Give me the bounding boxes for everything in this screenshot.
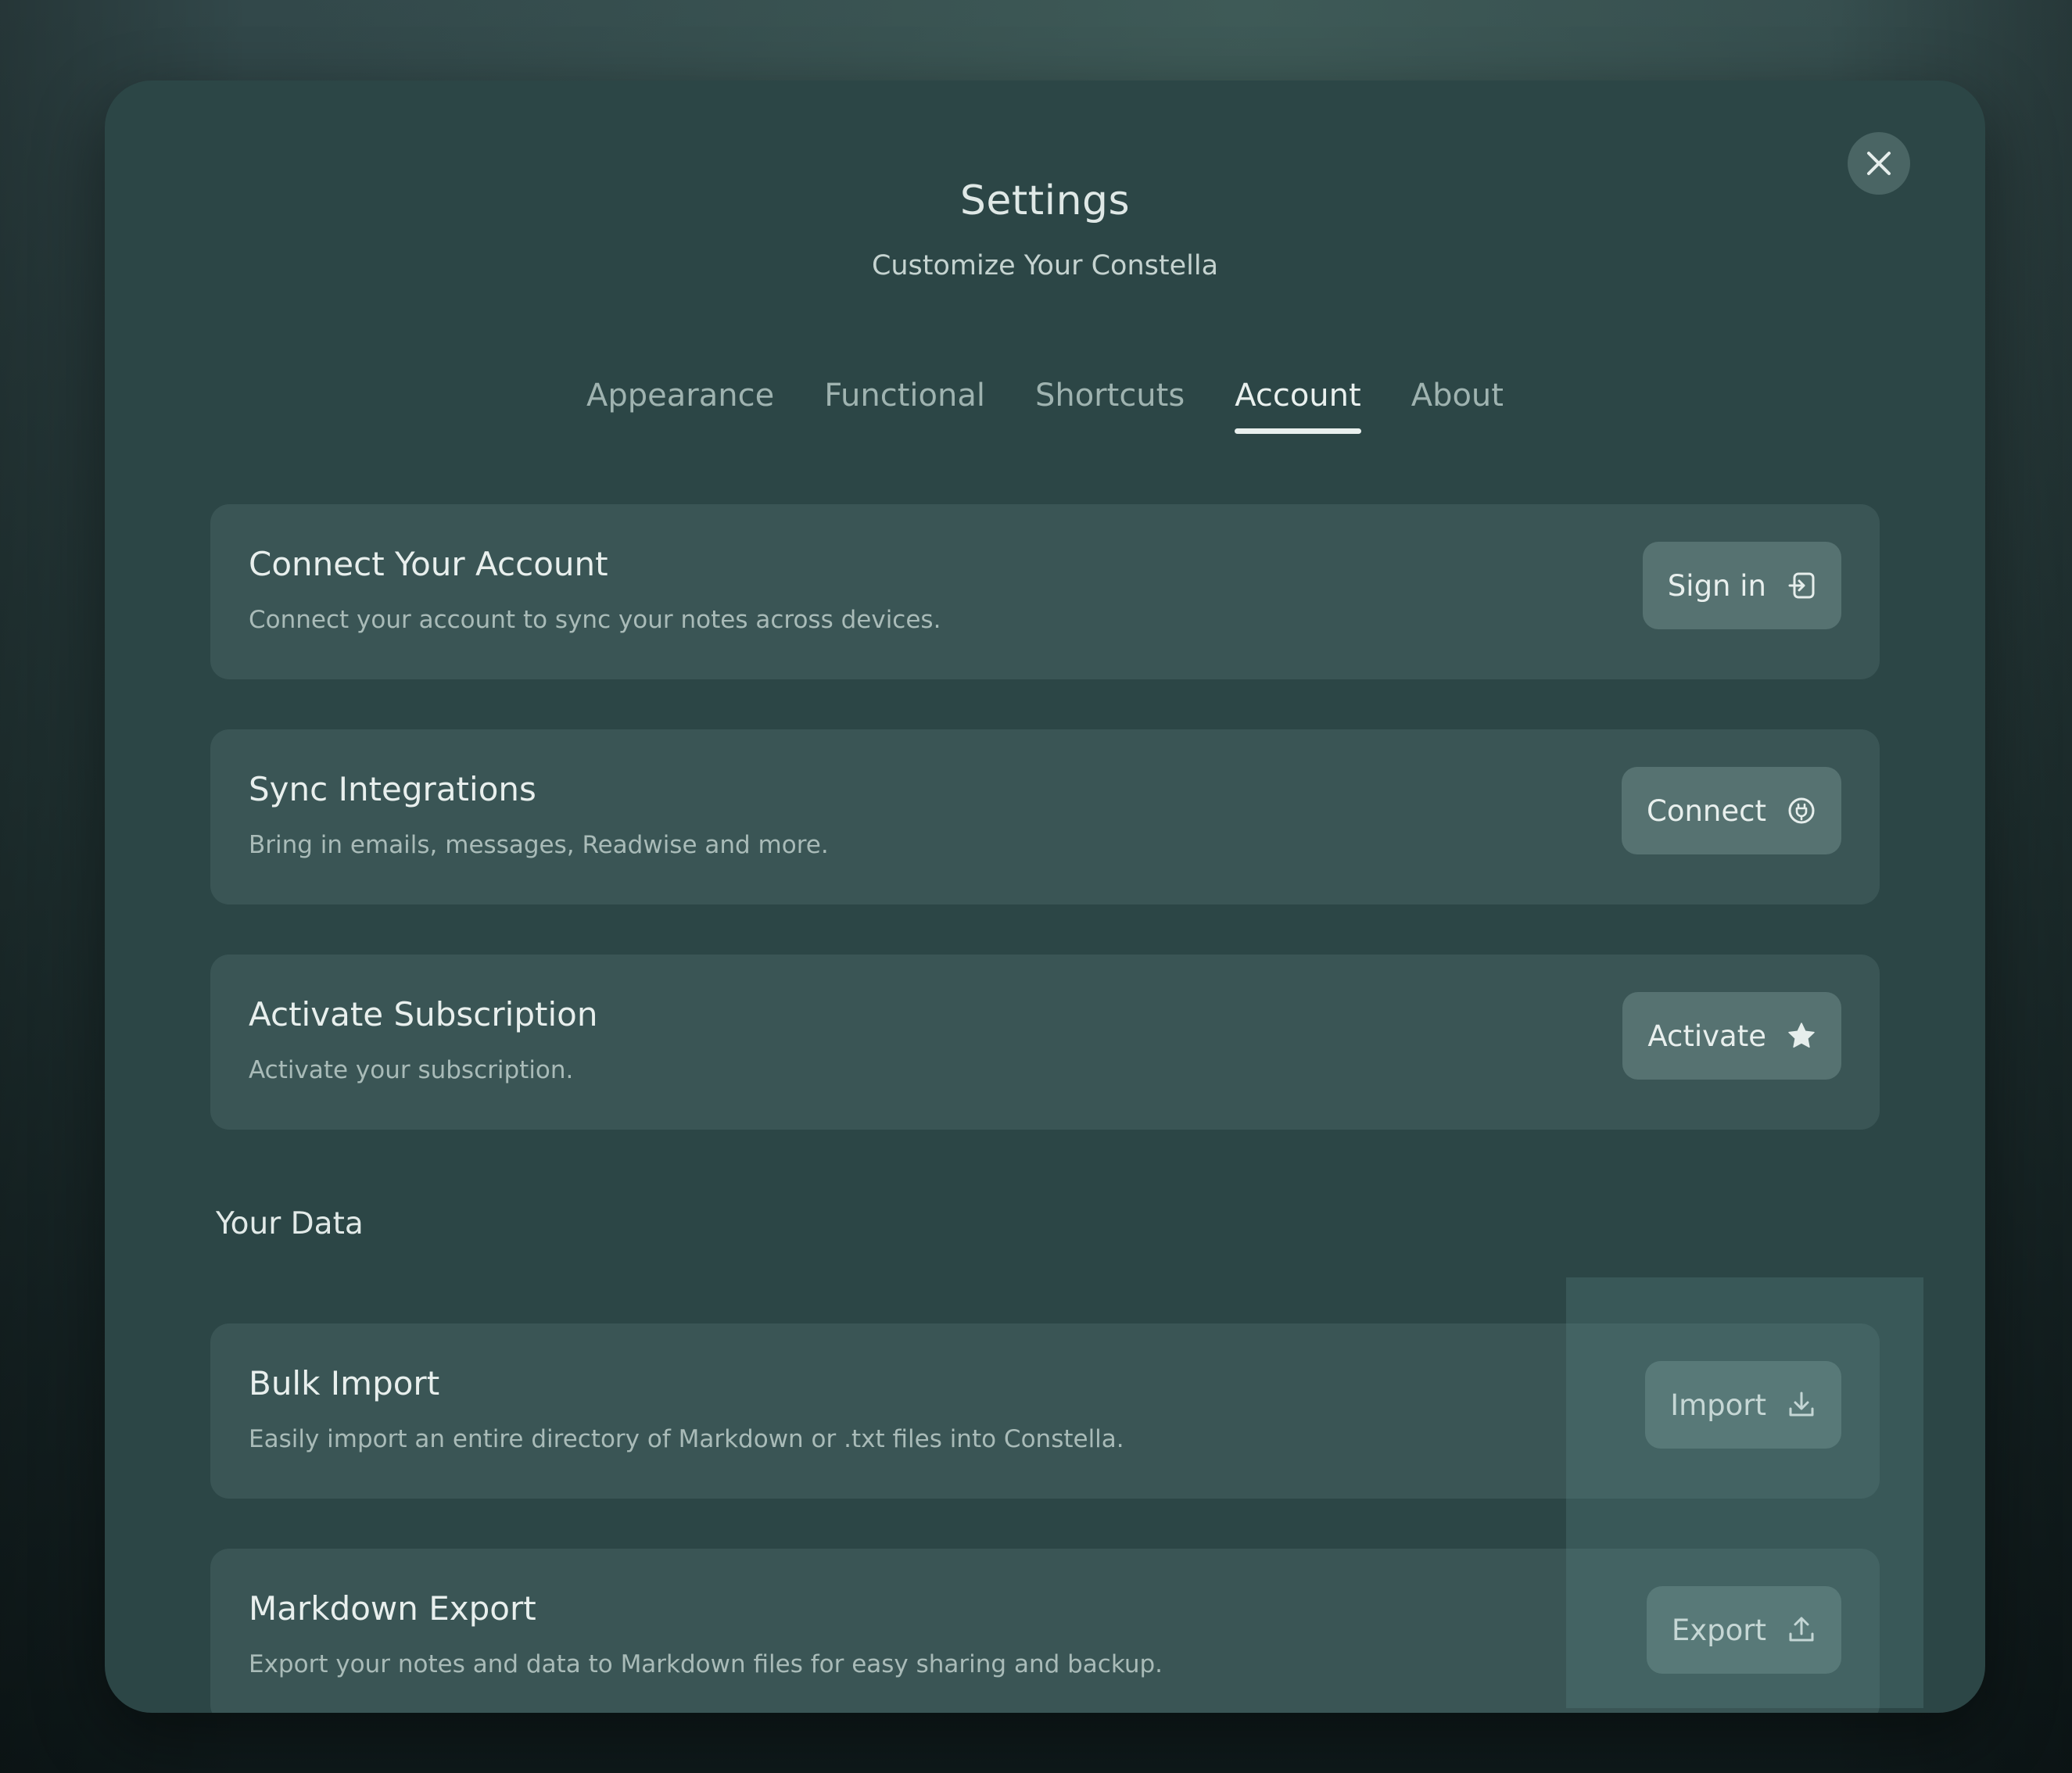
import-button[interactable]: Import (1645, 1361, 1841, 1449)
activate-subscription-description: Activate your subscription. (249, 1056, 574, 1084)
download-icon (1787, 1390, 1816, 1420)
sync-integrations-card: Sync Integrations Bring in emails, messa… (210, 729, 1880, 904)
markdown-export-description: Export your notes and data to Markdown f… (249, 1650, 1163, 1678)
export-button[interactable]: Export (1646, 1586, 1841, 1674)
connect-account-title: Connect Your Account (249, 545, 608, 583)
connect-account-card: Connect Your Account Connect your accoun… (210, 504, 1880, 679)
activate-subscription-title: Activate Subscription (249, 995, 598, 1033)
sign-in-label: Sign in (1667, 568, 1766, 603)
tab-appearance[interactable]: Appearance (586, 378, 774, 434)
page-title: Settings (959, 177, 1131, 224)
export-label: Export (1671, 1613, 1766, 1647)
tab-functional[interactable]: Functional (824, 378, 985, 434)
sign-in-button[interactable]: Sign in (1642, 542, 1841, 629)
plug-icon (1787, 796, 1816, 826)
your-data-heading: Your Data (216, 1206, 364, 1241)
connect-account-description: Connect your account to sync your notes … (249, 606, 941, 634)
activate-button[interactable]: Activate (1622, 992, 1841, 1080)
tab-account[interactable]: Account (1235, 378, 1361, 434)
bulk-import-title: Bulk Import (249, 1364, 440, 1402)
tab-about[interactable]: About (1411, 378, 1504, 434)
sync-integrations-description: Bring in emails, messages, Readwise and … (249, 831, 829, 859)
page-subtitle: Customize Your Constella (871, 250, 1219, 281)
upload-icon (1787, 1615, 1816, 1645)
markdown-export-card: Markdown Export Export your notes and da… (210, 1549, 1880, 1713)
activate-label: Activate (1647, 1019, 1766, 1053)
sync-integrations-title: Sync Integrations (249, 770, 536, 808)
connect-button[interactable]: Connect (1622, 767, 1841, 854)
settings-modal: Settings Customize Your Constella Appear… (105, 81, 1985, 1713)
sign-in-icon (1787, 571, 1816, 600)
tab-shortcuts[interactable]: Shortcuts (1035, 378, 1185, 434)
bulk-import-description: Easily import an entire directory of Mar… (249, 1425, 1124, 1453)
close-icon (1866, 150, 1892, 177)
import-label: Import (1670, 1388, 1766, 1422)
settings-tabs: Appearance Functional Shortcuts Account … (105, 378, 1985, 434)
star-icon (1787, 1021, 1816, 1051)
bulk-import-card: Bulk Import Easily import an entire dire… (210, 1323, 1880, 1499)
markdown-export-title: Markdown Export (249, 1589, 536, 1628)
activate-subscription-card: Activate Subscription Activate your subs… (210, 955, 1880, 1130)
connect-label: Connect (1647, 793, 1766, 828)
